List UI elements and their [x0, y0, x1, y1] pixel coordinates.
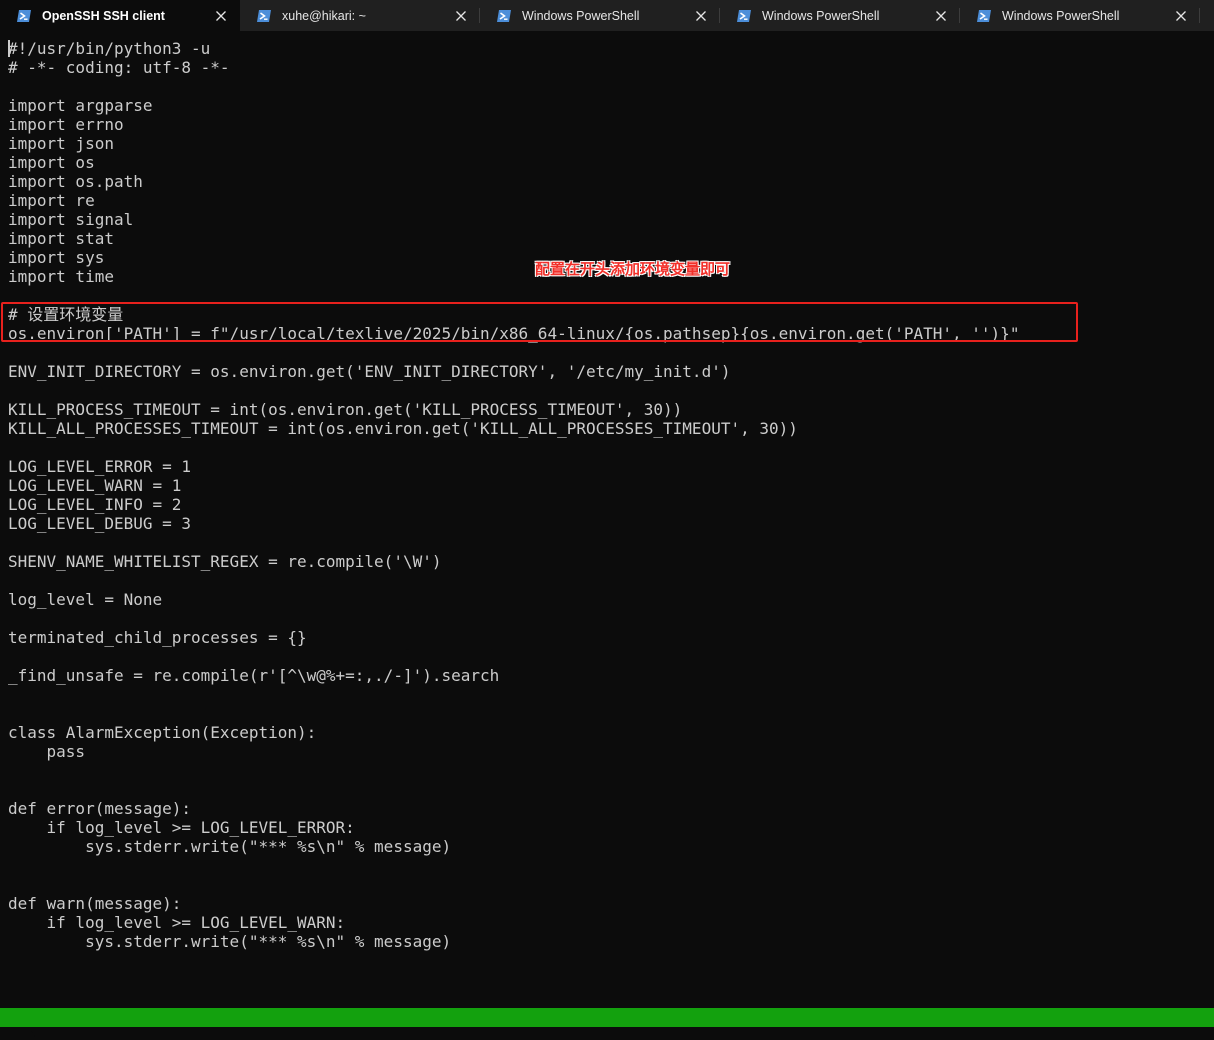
text-cursor	[8, 40, 10, 57]
powershell-icon	[17, 9, 31, 22]
tab-0[interactable]: OpenSSH SSH client	[0, 0, 240, 31]
code-line: def error(message):	[8, 799, 192, 818]
code-line: pass	[8, 742, 86, 761]
code-line: import argparse	[8, 96, 153, 115]
code-line: def warn(message):	[8, 894, 182, 913]
powershell-icon	[257, 9, 271, 22]
code-line: LOG_LEVEL_INFO = 2	[8, 495, 182, 514]
code-line: import signal	[8, 210, 134, 229]
code-line: LOG_LEVEL_WARN = 1	[8, 476, 182, 495]
code-line: log_level = None	[8, 590, 163, 609]
tab-2[interactable]: Windows PowerShell	[480, 0, 720, 31]
code-line: LOG_LEVEL_ERROR = 1	[8, 457, 192, 476]
code-line: sys.stderr.write("*** %s\n" % message)	[8, 932, 452, 951]
code-line: class AlarmException(Exception):	[8, 723, 317, 742]
tab-title: Windows PowerShell	[762, 8, 880, 23]
tab-title: Windows PowerShell	[1002, 8, 1120, 23]
code-line: KILL_ALL_PROCESSES_TIMEOUT = int(os.envi…	[8, 419, 798, 438]
tab-3[interactable]: Windows PowerShell	[720, 0, 960, 31]
code-line: _find_unsafe = re.compile(r'[^\w@%+=:,./…	[8, 666, 500, 685]
code-line: ENV_INIT_DIRECTORY = os.environ.get('ENV…	[8, 362, 731, 381]
tmux-session-label: [0]	[19, 1027, 49, 1040]
terminal-viewport[interactable]: #!/usr/bin/python3 -u # -*- coding: utf-8…	[8, 39, 1208, 1027]
close-icon[interactable]	[934, 9, 948, 23]
code-line: if log_level >= LOG_LEVEL_WARN:	[8, 913, 346, 932]
tab-1[interactable]: xuhe@hikari: ~	[240, 0, 480, 31]
code-line: SHENV_NAME_WHITELIST_REGEX = re.compile(…	[8, 552, 442, 571]
code-line: #!/usr/bin/python3 -u	[8, 39, 211, 58]
code-line: import stat	[8, 229, 114, 248]
code-line: # -*- coding: utf-8 -*-	[8, 58, 230, 77]
tab-separator	[1199, 8, 1200, 23]
tmux-status-bar: [0] 0:fish 1:fish 2:fish 3:fish- 4:docke…	[0, 1008, 1214, 1040]
close-icon[interactable]	[1174, 9, 1188, 23]
close-icon[interactable]	[454, 9, 468, 23]
tab-title: OpenSSH SSH client	[42, 8, 165, 23]
code-line: KILL_PROCESS_TIMEOUT = int(os.environ.ge…	[8, 400, 683, 419]
tab-bar: OpenSSH SSH client xuhe@hikari: ~ Windows …	[0, 0, 1214, 31]
code-line: sys.stderr.write("*** %s\n" % message)	[8, 837, 452, 856]
code-line: LOG_LEVEL_DEBUG = 3	[8, 514, 192, 533]
powershell-icon	[497, 9, 511, 22]
close-icon[interactable]	[214, 9, 228, 23]
code-line: import os.path	[8, 172, 143, 191]
tab-title: xuhe@hikari: ~	[282, 8, 366, 23]
powershell-icon	[737, 9, 751, 22]
code-line: import os	[8, 153, 95, 172]
close-icon[interactable]	[694, 9, 708, 23]
tab-title: Windows PowerShell	[522, 8, 640, 23]
annotation-label: 配置在开头添加环境变量即可	[535, 260, 731, 278]
code-line: terminated_child_processes = {}	[8, 628, 307, 647]
code-line: if log_level >= LOG_LEVEL_ERROR:	[8, 818, 355, 837]
highlight-annotation-box	[1, 302, 1078, 342]
code-line: import errno	[8, 115, 124, 134]
code-line: import re	[8, 191, 95, 210]
powershell-icon	[977, 9, 991, 22]
code-line: import json	[8, 134, 114, 153]
tab-4[interactable]: Windows PowerShell	[960, 0, 1200, 31]
